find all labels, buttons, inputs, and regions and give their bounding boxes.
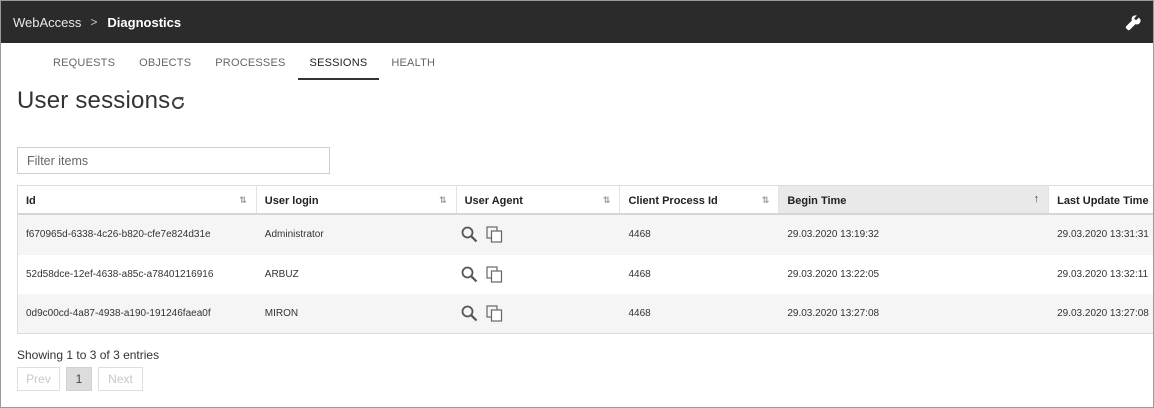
search-icon[interactable] xyxy=(461,226,478,243)
cell-id: f670965d-6338-4c26-b820-cfe7e824d31e xyxy=(26,229,211,241)
breadcrumb-current: Diagnostics xyxy=(107,14,182,30)
cell-id: 0d9c00cd-4a87-4938-a190-191246faea0f xyxy=(26,308,211,320)
cell-client-process-id: 4468 xyxy=(628,308,651,320)
column-label: User login xyxy=(264,195,319,207)
tab-processes[interactable]: PROCESSES xyxy=(203,43,297,80)
table-header: Id ⇅ User login ⇅ User Agent ⇅ Client Pr… xyxy=(18,186,1153,215)
column-header-client-process-id[interactable]: Client Process Id ⇅ xyxy=(620,186,780,213)
cell-user-agent xyxy=(457,305,621,322)
column-header-user-login[interactable]: User login ⇅ xyxy=(257,186,457,213)
entries-info: Showing 1 to 3 of 3 entries xyxy=(17,348,160,362)
table-row[interactable]: 52d58dce-12ef-4638-a85c-a78401216916 ARB… xyxy=(18,255,1153,295)
tab-health[interactable]: HEALTH xyxy=(379,43,447,80)
search-icon[interactable] xyxy=(461,266,478,283)
tab-sessions[interactable]: SESSIONS xyxy=(297,43,380,80)
cell-user-login: MIRON xyxy=(264,308,299,320)
cell-begin-time: 29.03.2020 13:27:08 xyxy=(787,308,880,320)
column-label: Last Update Time xyxy=(1057,195,1149,207)
sort-icon: ⇅ xyxy=(239,195,247,205)
cell-begin-time: 29.03.2020 13:22:05 xyxy=(787,268,880,280)
column-header-user-agent[interactable]: User Agent ⇅ xyxy=(457,186,621,213)
top-bar: WebAccess > Diagnostics xyxy=(1,1,1153,43)
column-label: User Agent xyxy=(464,195,523,207)
breadcrumb-separator: > xyxy=(90,15,98,29)
sort-icon: ⇅ xyxy=(761,195,770,205)
column-label: Id xyxy=(26,195,36,207)
tab-objects[interactable]: OBJECTS xyxy=(127,43,203,80)
cell-begin-time: 29.03.2020 13:19:32 xyxy=(787,229,880,241)
page-title: User sessions xyxy=(17,87,171,114)
pagination: Prev 1 Next xyxy=(17,367,143,391)
tab-bar: REQUESTS OBJECTS PROCESSES SESSIONS HEAL… xyxy=(41,43,447,80)
copy-icon[interactable] xyxy=(486,305,503,322)
column-header-id[interactable]: Id ⇅ xyxy=(18,186,257,213)
wrench-icon[interactable] xyxy=(1125,15,1141,31)
sessions-table: Id ⇅ User login ⇅ User Agent ⇅ Client Pr… xyxy=(17,185,1153,334)
copy-icon[interactable] xyxy=(486,266,503,283)
cell-client-process-id: 4468 xyxy=(628,268,651,280)
cell-user-agent xyxy=(457,266,621,283)
sort-icon: ⇅ xyxy=(439,195,447,205)
sort-icon: ⇅ xyxy=(602,195,611,205)
table-row[interactable]: 0d9c00cd-4a87-4938-a190-191246faea0f MIR… xyxy=(18,294,1153,333)
search-icon[interactable] xyxy=(461,305,478,322)
refresh-icon[interactable] xyxy=(170,95,186,111)
next-page-button[interactable]: Next xyxy=(98,367,143,391)
table-row[interactable]: f670965d-6338-4c26-b820-cfe7e824d31e Adm… xyxy=(18,215,1153,255)
cell-id: 52d58dce-12ef-4638-a85c-a78401216916 xyxy=(26,268,214,280)
prev-page-button[interactable]: Prev xyxy=(17,367,60,391)
filter-input[interactable] xyxy=(17,147,330,174)
cell-last-update-time: 29.03.2020 13:27:08 xyxy=(1057,308,1149,320)
cell-user-login: Administrator xyxy=(264,229,324,241)
page-1-button[interactable]: 1 xyxy=(66,367,92,391)
cell-last-update-time: 29.03.2020 13:32:11 xyxy=(1057,268,1149,280)
cell-user-login: ARBUZ xyxy=(264,268,299,280)
cell-client-process-id: 4468 xyxy=(628,229,651,241)
column-label: Begin Time xyxy=(787,195,847,207)
cell-last-update-time: 29.03.2020 13:31:31 xyxy=(1057,229,1149,241)
column-header-last-update-time[interactable]: Last Update Time xyxy=(1049,186,1153,213)
breadcrumb-root[interactable]: WebAccess xyxy=(13,15,81,30)
copy-icon[interactable] xyxy=(486,226,503,243)
column-label: Client Process Id xyxy=(628,195,718,207)
sort-ascending-icon: ↑ xyxy=(1033,193,1040,205)
cell-user-agent xyxy=(457,226,621,243)
app-window: WebAccess > Diagnostics REQUESTS OBJECTS… xyxy=(0,0,1154,408)
tab-requests[interactable]: REQUESTS xyxy=(41,43,127,80)
column-header-begin-time[interactable]: Begin Time ↑ xyxy=(779,186,1050,213)
